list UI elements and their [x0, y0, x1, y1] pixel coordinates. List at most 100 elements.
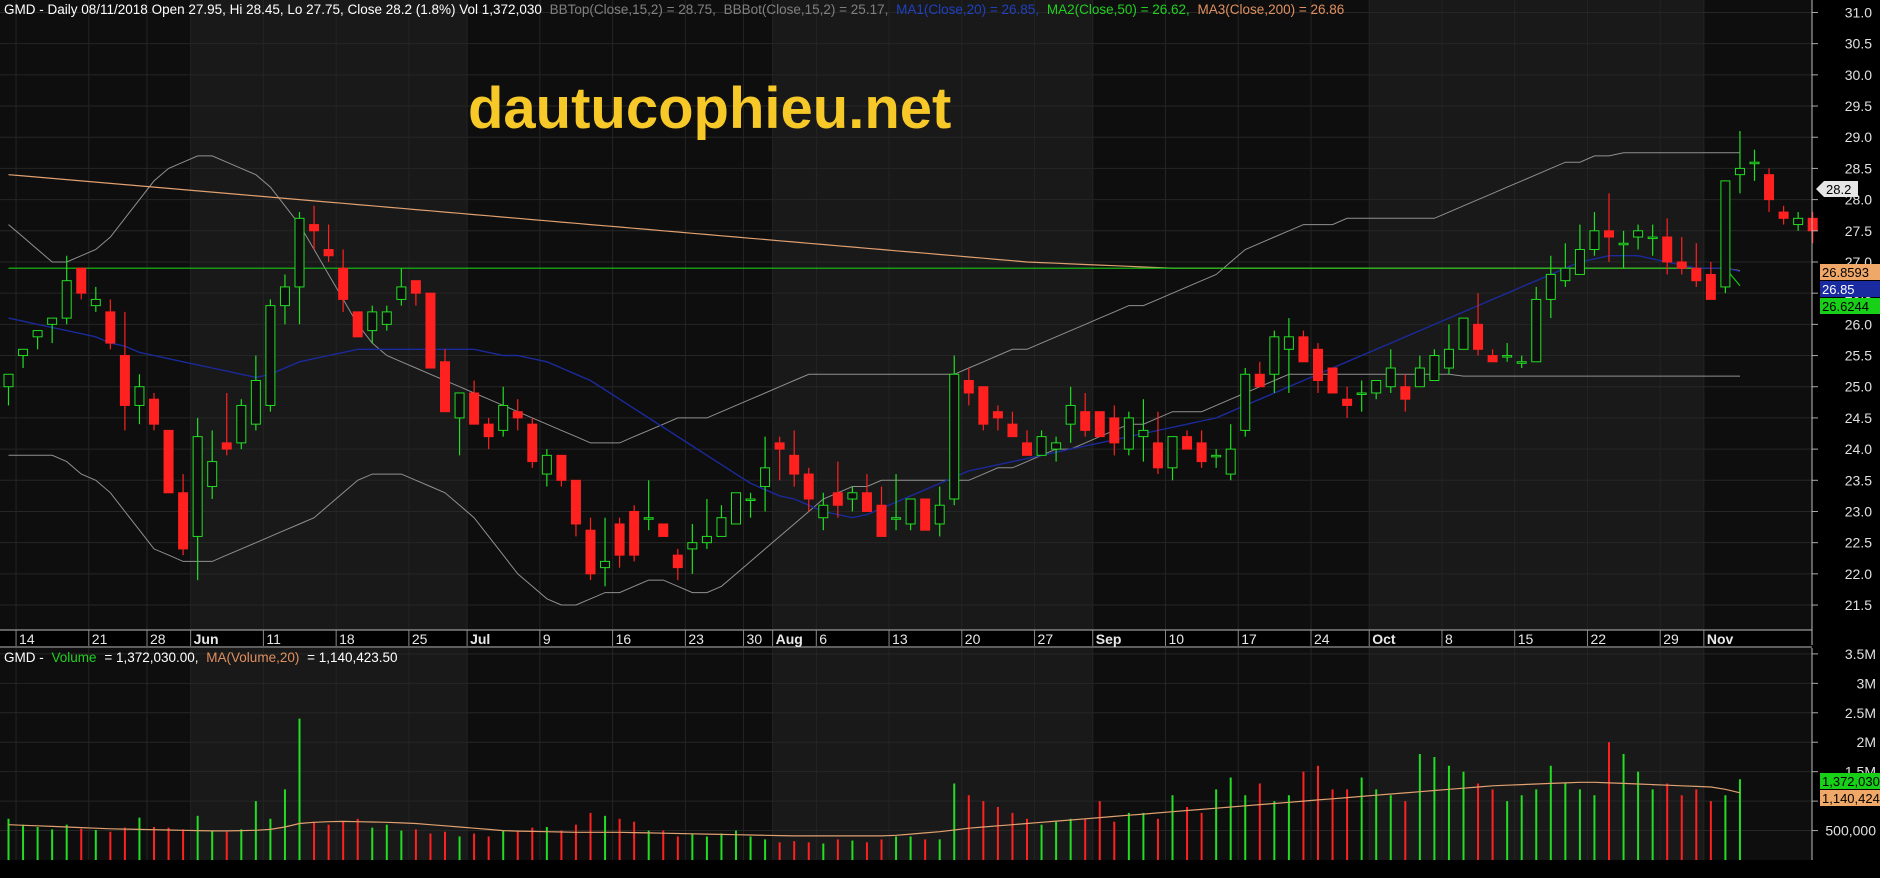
candle-body — [236, 404, 247, 444]
date-tick-label: 6 — [819, 631, 827, 647]
candle-body — [163, 429, 174, 494]
ma2-badge-text: 26.6244 — [1822, 299, 1869, 314]
candle-body — [1414, 367, 1425, 388]
candle-body — [119, 355, 130, 406]
candle-body — [352, 311, 363, 338]
ma1-badge: 26.85 — [1820, 281, 1880, 297]
candle-body — [309, 224, 320, 232]
candle-body — [1545, 273, 1556, 300]
volume-tick-label: 3.5M — [1845, 646, 1876, 662]
ma1-badge-text: 26.85 — [1822, 282, 1855, 297]
candle-body — [149, 398, 159, 425]
candle-body — [32, 330, 43, 338]
date-tick-label: 10 — [1169, 631, 1185, 647]
candle-body — [1473, 323, 1484, 350]
price-tick-label: 21.5 — [1845, 597, 1872, 613]
date-tick-label: 9 — [543, 631, 551, 647]
bbtop-label: BBTop(Close,15,2) = 28.75, — [550, 2, 716, 17]
candle-body — [294, 217, 305, 288]
candle-body — [454, 392, 465, 419]
candle-body — [774, 442, 785, 450]
candle-body — [658, 523, 669, 537]
candle-body — [1589, 230, 1600, 251]
candle-body — [556, 454, 567, 481]
candle-body — [250, 379, 261, 425]
candle-body — [1342, 398, 1353, 406]
candle-body — [323, 249, 334, 257]
date-tick-label: 24 — [1314, 631, 1330, 647]
vol-header-name: Volume — [52, 650, 97, 665]
candle-body — [1807, 217, 1818, 232]
candle-body — [440, 361, 450, 413]
vol-ma-name: MA(Volume,20) — [206, 650, 299, 665]
candle-body — [1633, 230, 1644, 238]
candle-body — [1604, 230, 1614, 238]
candle-body — [265, 305, 276, 406]
date-tick-label: 23 — [688, 631, 704, 647]
price-tick-label: 25.0 — [1845, 379, 1872, 395]
candle-body — [1531, 298, 1542, 363]
price-tick-label: 26.0 — [1845, 316, 1872, 332]
candle-body — [1487, 355, 1498, 363]
candle-body — [279, 286, 290, 307]
candle-body — [731, 492, 741, 525]
candle-body — [18, 348, 29, 357]
candle-body — [963, 379, 974, 394]
candle-body — [745, 498, 756, 502]
candle-body — [1007, 423, 1018, 438]
candle-body — [207, 461, 218, 488]
volume-tick-label: 2M — [1857, 734, 1876, 750]
candle-body — [47, 317, 58, 325]
candle-body — [1691, 267, 1702, 282]
watermark: dautucophieu.net — [468, 76, 951, 141]
vol-ma-value: = 1,140,423.50 — [307, 650, 397, 665]
candle-body — [1516, 361, 1527, 364]
candle-body — [527, 423, 538, 463]
date-tick-label: 15 — [1518, 631, 1534, 647]
price-tick-label: 30.5 — [1845, 36, 1872, 52]
price-tick-label: 23.5 — [1845, 472, 1872, 488]
date-tick-label: 16 — [616, 631, 632, 647]
vol-header-value: = 1,372,030.00, — [104, 650, 198, 665]
volume-panel: GMD - Volume = 1,372,030.00, MA(Volume,2… — [0, 648, 1812, 860]
candle-body — [1560, 267, 1571, 282]
ma2-label: MA2(Close,50) = 26.62, — [1047, 2, 1190, 17]
candle-body — [978, 386, 989, 425]
price-tick-label: 30.0 — [1845, 67, 1872, 83]
candle-body — [1065, 404, 1076, 425]
candle-body — [614, 523, 625, 556]
bbbot-label: BBBot(Close,15,2) = 25.17, — [724, 2, 889, 17]
volume-tick-label: 2.5M — [1845, 705, 1876, 721]
vol-header-sym: GMD - — [4, 650, 44, 665]
date-tick-label: 28 — [150, 631, 166, 647]
candle-body — [1298, 336, 1309, 363]
candle-body — [803, 473, 814, 500]
volume-tick-label: 3M — [1857, 675, 1876, 691]
candle-body — [1022, 442, 1032, 456]
vol-badge-text: 1,372,030 — [1822, 774, 1880, 789]
candle-body — [992, 411, 1003, 419]
vol-ma-badge-text: 1,140,424 — [1822, 791, 1880, 806]
candle-body — [1443, 348, 1454, 369]
candle-body — [1152, 442, 1163, 469]
candle-body — [1225, 448, 1236, 475]
candle-body — [1647, 236, 1658, 240]
date-tick-label: Sep — [1096, 631, 1122, 647]
date-tick-label: 14 — [19, 631, 35, 647]
candle-body — [134, 386, 145, 406]
candle-body — [1400, 386, 1411, 400]
candle-body — [672, 554, 683, 569]
date-tick-label: 29 — [1663, 631, 1679, 647]
date-tick-label: 18 — [339, 631, 355, 647]
price-tick-label: 23.0 — [1845, 503, 1872, 519]
candle-body — [687, 542, 698, 550]
date-tick-label: 13 — [892, 631, 908, 647]
date-tick-label: 22 — [1590, 631, 1606, 647]
price-tick-label: 24.5 — [1845, 410, 1872, 426]
price-tick-label: 29.0 — [1845, 129, 1872, 145]
candle-body — [3, 373, 14, 388]
stock-chart-canvas: dautucophieu.net GMD - Daily 08/11/2018 … — [0, 0, 1880, 878]
date-tick-label: 25 — [412, 631, 428, 647]
date-tick-label: 8 — [1445, 631, 1453, 647]
volume-header: GMD - Volume = 1,372,030.00, MA(Volume,2… — [4, 650, 398, 665]
